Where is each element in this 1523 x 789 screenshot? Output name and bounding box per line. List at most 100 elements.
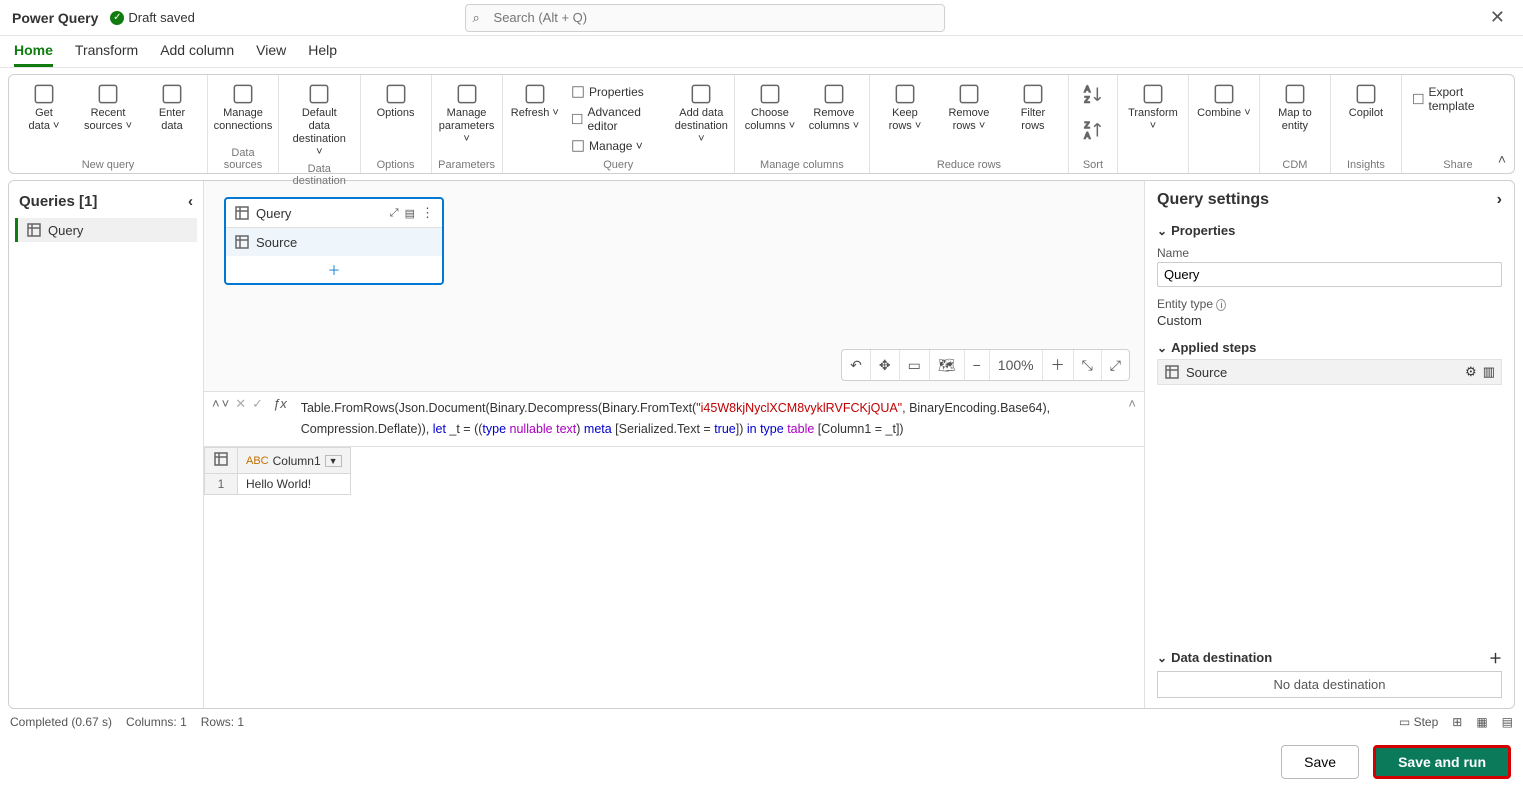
cancel-formula-icon[interactable]: ✕ (235, 396, 246, 412)
table-icon (213, 451, 229, 467)
query-name-input[interactable] (1157, 262, 1502, 287)
accept-formula-icon[interactable]: ✓ (252, 396, 263, 412)
step-back-icon[interactable]: ˄ (212, 396, 220, 411)
gear-icon[interactable]: ⚙ (1465, 364, 1477, 380)
properties-section[interactable]: Properties (1157, 223, 1502, 238)
fit-icon[interactable]: ▭ (900, 350, 930, 380)
group-label: Query (603, 157, 633, 171)
view-table-icon[interactable]: ▦ (1476, 715, 1487, 729)
column-header[interactable]: ABC Column1 ▼ (238, 448, 351, 474)
query-card-title: Query (256, 206, 291, 221)
combine-button[interactable]: Combine ˅ (1193, 79, 1255, 122)
zoom-in-button[interactable]: ＋ (1043, 350, 1074, 380)
query-item[interactable]: Query (15, 218, 197, 242)
pan-icon[interactable]: ✥ (871, 350, 900, 380)
options-button[interactable]: Options (365, 79, 427, 122)
default-data-destination-button[interactable]: Default data destination ˅ (288, 79, 350, 161)
group-label: Insights (1347, 157, 1385, 171)
tab-help[interactable]: Help (308, 42, 337, 67)
applied-steps-section[interactable]: Applied steps (1157, 340, 1502, 355)
refresh-button[interactable]: Refresh ˅ (507, 79, 563, 155)
tab-view[interactable]: View (256, 42, 286, 67)
remove-columns-button[interactable]: Remove columns ˅ (803, 79, 865, 135)
group-label: Manage columns (760, 157, 844, 171)
manage-button[interactable]: Manage ˅ (565, 137, 671, 155)
add-data-destination-button[interactable]: Add data destination ˅ (673, 79, 730, 155)
filter-rows-button[interactable]: Filter rows (1002, 79, 1064, 135)
ribbon-collapse-icon[interactable]: ˄ (1498, 151, 1506, 167)
recent-sources-button[interactable]: Recent sources ˅ (77, 79, 139, 135)
svg-text:Z: Z (1084, 120, 1090, 130)
tab-home[interactable]: Home (14, 42, 53, 67)
cell[interactable]: Hello World! (238, 474, 351, 495)
dest-icon[interactable]: ▥ (1483, 364, 1495, 380)
collapse-icon[interactable]: ⤡ (1074, 350, 1102, 380)
map-to-entity-button[interactable]: Map to entity (1264, 79, 1326, 135)
query-step[interactable]: Source (226, 228, 442, 256)
applied-step[interactable]: Source ⚙ ▥ (1157, 359, 1502, 385)
manage-connections-button[interactable]: Manage connections (212, 79, 274, 135)
choose-columns-button[interactable]: Choose columns ˅ (739, 79, 801, 135)
group-label: Options (377, 157, 415, 171)
search-input[interactable] (465, 4, 945, 32)
query-item-label: Query (48, 223, 83, 238)
query-card[interactable]: Query ⤢ ▤ ⋮ Source ＋ (224, 197, 444, 285)
keep-rows-button[interactable]: Keep rows ˅ (874, 79, 936, 135)
manage-parameters-button[interactable]: Manage parameters ˅ (436, 79, 498, 148)
entity-type-value: Custom (1157, 313, 1502, 328)
data-grid: ABC Column1 ▼ 1 Hello World! (204, 447, 1144, 708)
diagram-toolbar: ↶ ✥ ▭ 🗺 − 100% ＋ ⤡ ⤢ (841, 349, 1130, 381)
expand-formula-icon[interactable]: ˄ (1128, 396, 1136, 411)
formula-text[interactable]: Table.FromRows(Json.Document(Binary.Deco… (297, 396, 1123, 442)
view-diagram-icon[interactable]: ⊞ (1452, 715, 1462, 729)
add-destination-icon[interactable]: ＋ (1489, 648, 1502, 667)
group-label: New query (82, 157, 135, 171)
group-label: Reduce rows (937, 157, 1001, 171)
save-button[interactable]: Save (1281, 745, 1359, 779)
undo-icon[interactable]: ↶ (842, 350, 871, 380)
close-button[interactable]: ✕ (1484, 7, 1511, 28)
save-and-run-button[interactable]: Save and run (1373, 745, 1511, 779)
copilot-button[interactable]: Copilot (1335, 79, 1397, 122)
status-completed: Completed (0.67 s) (10, 715, 112, 729)
grid-corner[interactable] (205, 448, 238, 474)
step-fwd-icon[interactable]: ˅ (222, 396, 230, 411)
export-template-button[interactable]: Export template (1406, 83, 1510, 115)
properties-button[interactable]: Properties (565, 83, 671, 101)
query-step-label: Source (256, 235, 297, 250)
view-schema-icon[interactable]: ▤ (1502, 715, 1513, 729)
expand-icon[interactable]: ⤢ (390, 207, 399, 220)
group-label: Share (1443, 157, 1472, 171)
transform-button[interactable]: Transform ˅ (1122, 79, 1184, 135)
type-icon[interactable]: ABC (246, 455, 269, 467)
get-data-button[interactable]: Get data ˅ (13, 79, 75, 135)
collapse-queries-icon[interactable]: ‹ (188, 193, 193, 210)
group-label: Parameters (438, 157, 495, 171)
applied-step-label: Source (1186, 365, 1227, 380)
info-icon[interactable]: i (1216, 299, 1226, 311)
minimap-icon[interactable]: 🗺 (930, 350, 965, 380)
advanced-editor-button[interactable]: Advanced editor (565, 103, 671, 135)
column-dropdown-icon[interactable]: ▼ (325, 455, 342, 467)
entity-type-label: Entity type i (1157, 297, 1502, 311)
fullscreen-icon[interactable]: ⤢ (1102, 350, 1129, 380)
more-icon[interactable]: ⋮ (421, 205, 434, 221)
enter-data-button[interactable]: Enter data (141, 79, 203, 135)
tab-transform[interactable]: Transform (75, 42, 138, 67)
add-step-button[interactable]: ＋ (226, 256, 442, 283)
table-icon (26, 222, 42, 238)
remove-rows-button[interactable]: Remove rows ˅ (938, 79, 1000, 135)
zoom-out-button[interactable]: − (965, 350, 990, 380)
tab-add-column[interactable]: Add column (160, 42, 234, 67)
zoom-level: 100% (990, 350, 1043, 380)
data-destination-section[interactable]: Data destination ＋ (1157, 648, 1502, 667)
sort-desc-button[interactable]: ZA (1073, 115, 1113, 149)
script-icon[interactable]: ▤ (405, 207, 415, 220)
group-label: Data sources (212, 145, 274, 171)
search-icon: ⌕ (473, 10, 480, 26)
step-indicator[interactable]: ▭ Step (1399, 715, 1438, 729)
collapse-settings-icon[interactable]: › (1497, 191, 1502, 209)
sort-asc-button[interactable]: AZ (1073, 79, 1113, 113)
row-number: 1 (205, 474, 238, 495)
no-destination: No data destination (1157, 671, 1502, 698)
